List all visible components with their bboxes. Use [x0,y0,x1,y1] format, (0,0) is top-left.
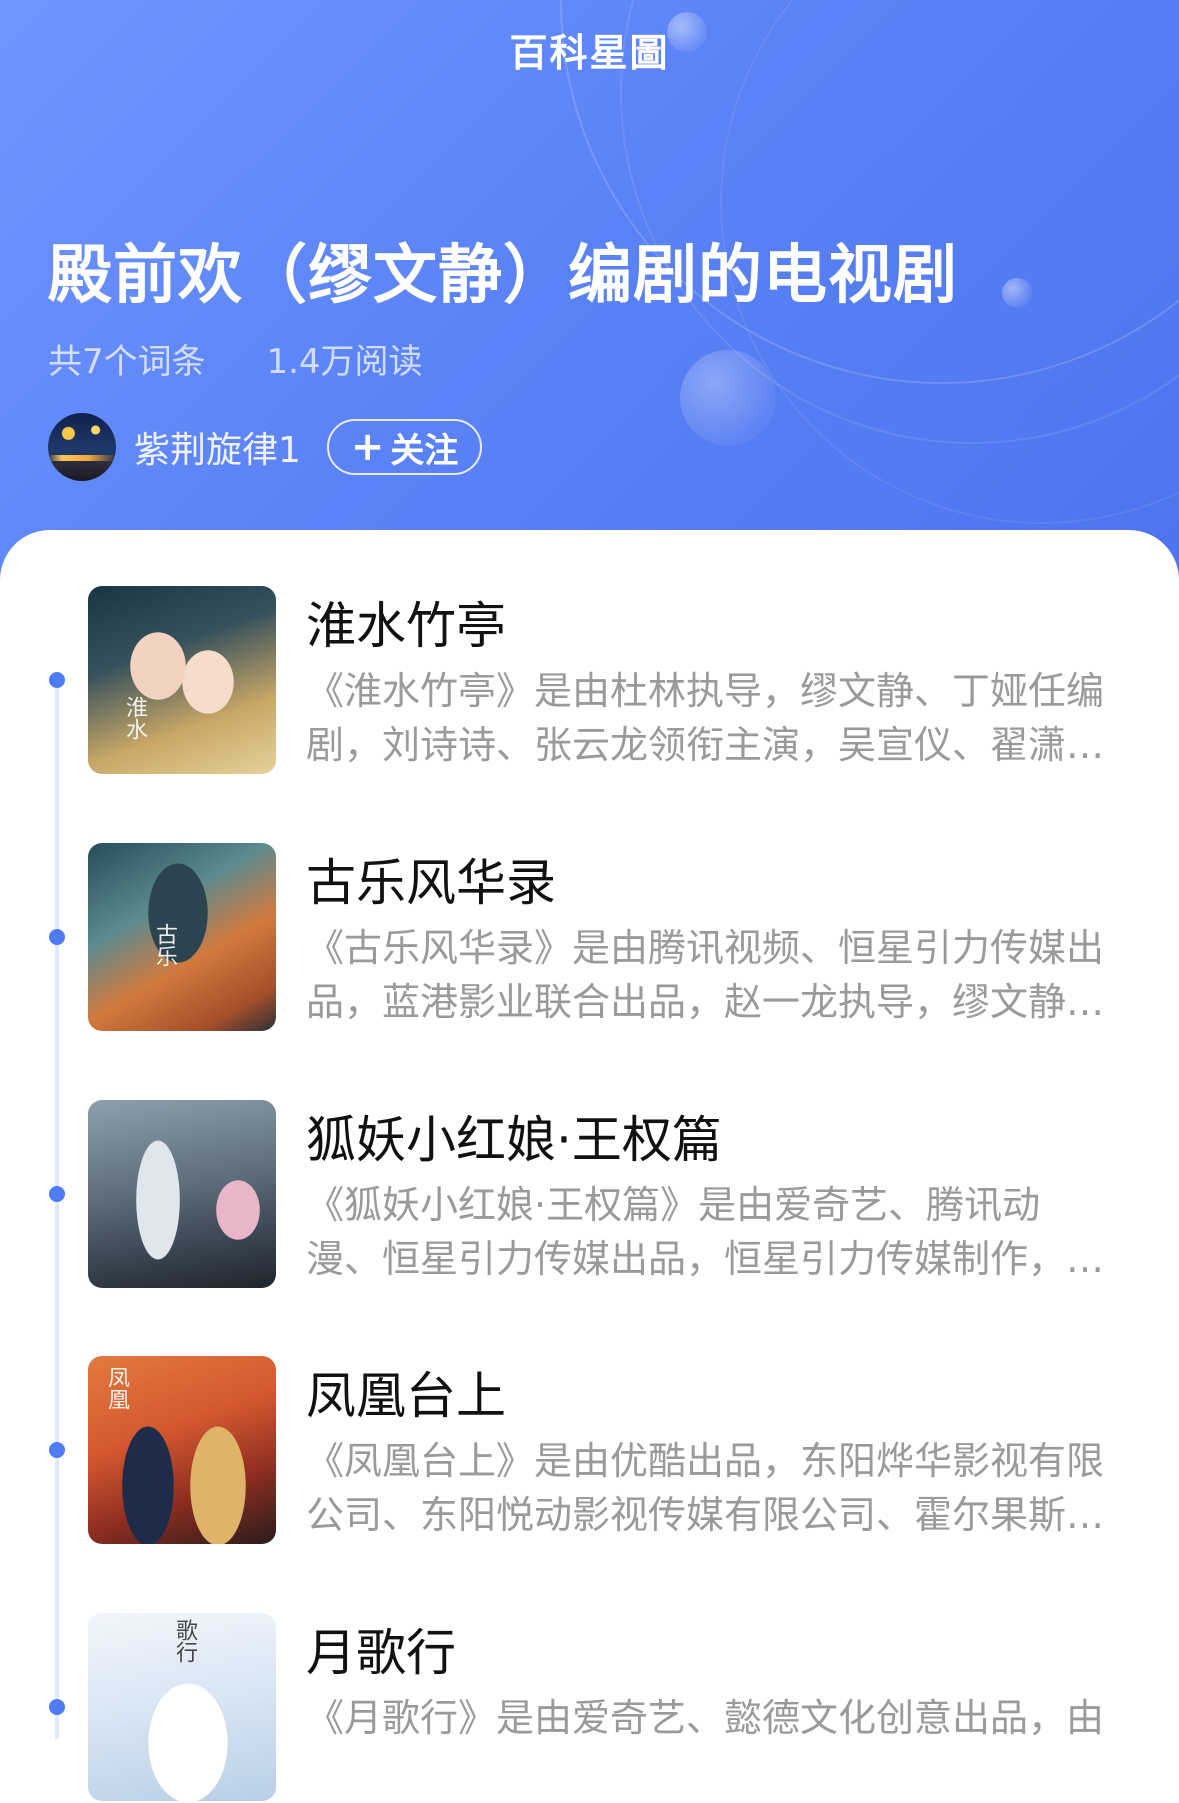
page-title: 殿前欢（缪文静）编剧的电视剧 [48,239,958,313]
desc-line: 剧，刘诗诗、张云龙领衔主演，吴宣仪、翟潇… [306,723,1105,767]
poster-image[interactable] [88,1100,276,1288]
item-description: 《凤凰台上》是由优酷出品，东阳烨华影视有限 公司、东阳悦动影视传媒有限公司、霍尔… [306,1434,1179,1542]
item-title[interactable]: 凤凰台上 [306,1356,506,1428]
desc-line: 漫、恒星引力传媒出品，恒星引力传媒制作，… [306,1237,1105,1281]
poster-title-mark: 古乐 [152,923,177,967]
poster-image[interactable]: 古乐 [88,843,276,1031]
timeline-dot [49,1442,65,1458]
poster-title-mark: 歌行 [172,1619,197,1663]
item-description: 《古乐风华录》是由腾讯视频、恒星引力传媒出 品，蓝港影业联合出品，赵一龙执导，缪… [306,921,1179,1029]
brand-title: 百科星圖 [509,31,670,75]
list-item[interactable]: 凤凰 凤凰台上 《凤凰台上》是由优酷出品，东阳烨华影视有限 公司、东阳悦动影视传… [88,1356,1148,1546]
poster-title-mark: 淮水 [122,696,147,740]
poster-image[interactable]: 淮水 [88,586,276,774]
read-count: 1.4万阅读 [266,342,423,382]
item-title[interactable]: 狐妖小红娘·王权篇 [306,1100,722,1172]
decor-orb [1002,278,1032,308]
list-item[interactable]: 古乐 古乐风华录 《古乐风华录》是由腾讯视频、恒星引力传媒出 品，蓝港影业联合出… [88,843,1148,1033]
list-item[interactable]: 淮水 淮水竹亭 《淮水竹亭》是由杜林执导，缪文静、丁娅任编 剧，刘诗诗、张云龙领… [88,586,1148,776]
timeline-dot [49,1699,65,1715]
plus-icon: + [350,424,385,470]
desc-line: 品，蓝港影业联合出品，赵一龙执导，缪文静… [306,980,1105,1024]
item-title[interactable]: 淮水竹亭 [306,586,506,658]
item-description: 《淮水竹亭》是由杜林执导，缪文静、丁娅任编 剧，刘诗诗、张云龙领衔主演，吴宣仪、… [306,664,1179,772]
desc-line: 《古乐风华录》是由腾讯视频、恒星引力传媒出 [306,926,1105,970]
desc-line: 公司、东阳悦动影视传媒有限公司、霍尔果斯… [306,1493,1105,1537]
item-description: 《狐妖小红娘·王权篇》是由爱奇艺、腾讯动 漫、恒星引力传媒出品，恒星引力传媒制作… [306,1178,1179,1286]
avatar[interactable] [48,413,116,481]
item-title[interactable]: 古乐风华录 [306,843,556,915]
item-description: 《月歌行》是由爱奇艺、懿德文化创意出品，由 [306,1691,1179,1799]
header-banner: 百科星圖 殿前欢（缪文静）编剧的电视剧 共7个词条 1.4万阅读 紫荆旋律1 +… [0,0,1179,600]
desc-line: 《狐妖小红娘·王权篇》是由爱奇艺、腾讯动 [306,1183,1041,1227]
item-title[interactable]: 月歌行 [306,1613,456,1685]
author-row: 紫荆旋律1 + 关注 [48,412,483,482]
decor-orb [680,350,776,446]
poster-image[interactable]: 凤凰 [88,1356,276,1544]
entry-count: 共7个词条 [48,342,206,382]
desc-line: 《淮水竹亭》是由杜林执导，缪文静、丁娅任编 [306,669,1105,713]
desc-line: 《月歌行》是由爱奇艺、懿德文化创意出品，由 [306,1696,1105,1740]
poster-title-mark: 凤凰 [104,1366,129,1410]
list-item[interactable]: 狐妖小红娘·王权篇 《狐妖小红娘·王权篇》是由爱奇艺、腾讯动 漫、恒星引力传媒出… [88,1100,1148,1290]
poster-image[interactable]: 歌行 [88,1613,276,1801]
timeline-line [55,673,59,1739]
desc-line: 《凤凰台上》是由优酷出品，东阳烨华影视有限 [306,1439,1105,1483]
timeline-dot [49,1186,65,1202]
follow-label: 关注 [390,430,459,471]
page-meta: 共7个词条 1.4万阅读 [48,334,423,383]
list-item[interactable]: 歌行 月歌行 《月歌行》是由爱奇艺、懿德文化创意出品，由 [88,1613,1148,1803]
timeline-dot [49,929,65,945]
timeline-dot [49,672,65,688]
follow-button[interactable]: + 关注 [326,419,483,475]
author-name[interactable]: 紫荆旋律1 [134,421,301,473]
